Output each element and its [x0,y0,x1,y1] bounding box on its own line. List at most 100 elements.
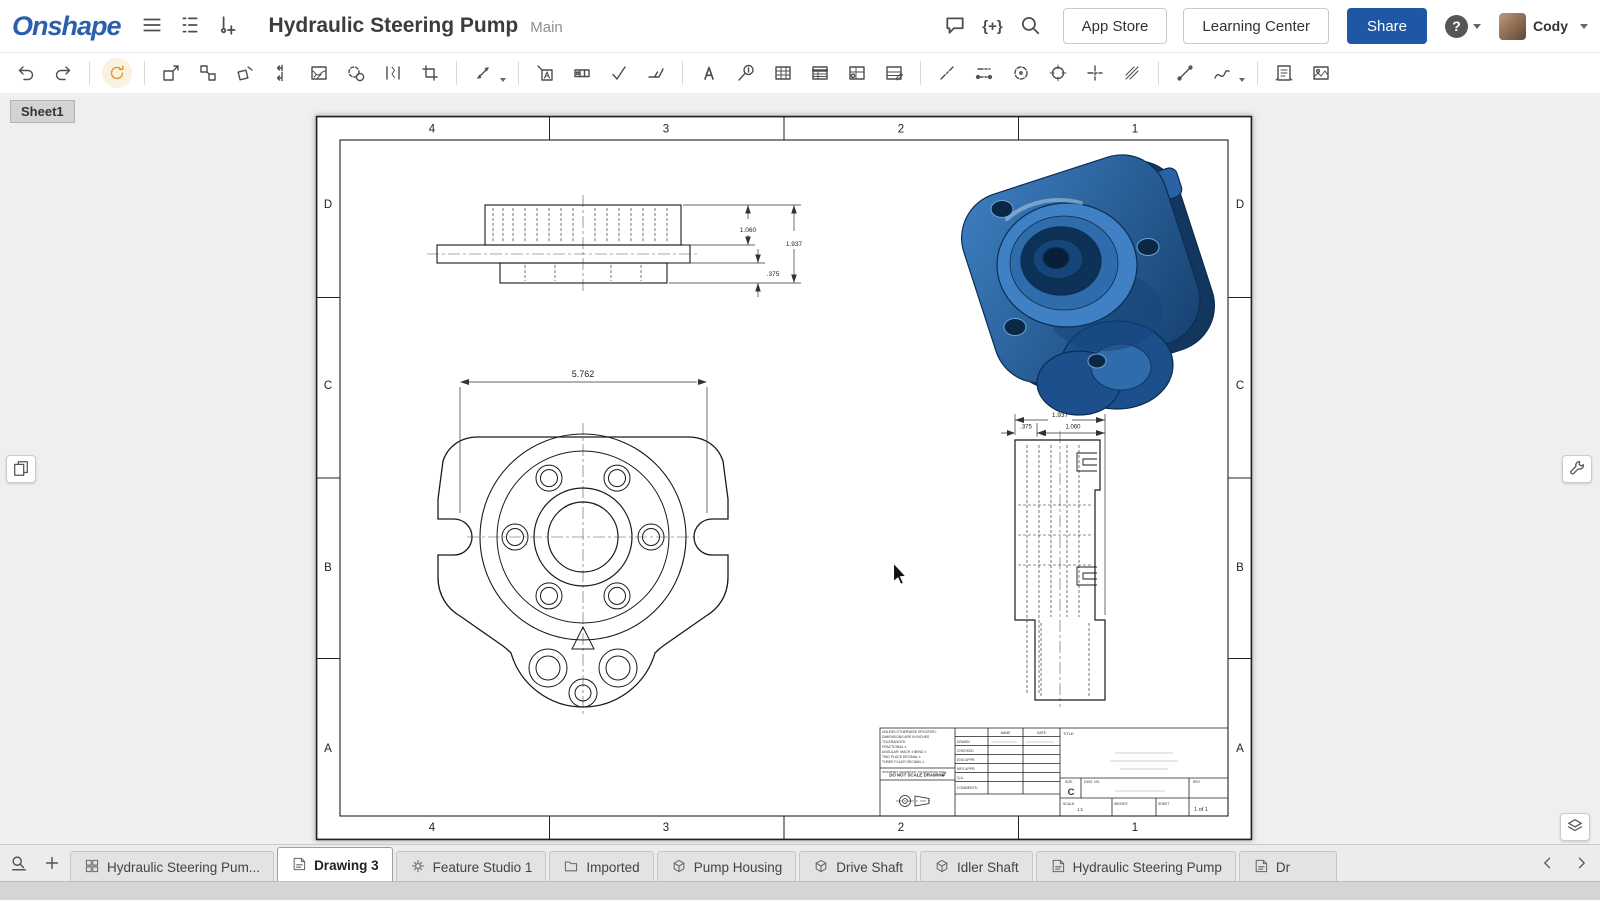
tab-hydraulic-steering-pump-assembly[interactable]: Hydraulic Steering Pum... [70,851,274,882]
circular-centerline-button[interactable] [1003,58,1039,88]
drawing-sheet[interactable]: 4 3 2 1 4 3 2 1 D C B A D C B A [315,115,1253,841]
tab-hydraulic-steering-pump-drawing[interactable]: Hydraulic Steering Pump [1036,851,1236,882]
detail-view-button[interactable] [338,58,374,88]
dim-text[interactable]: 1.060 [740,227,757,234]
app-store-button[interactable]: App Store [1063,8,1168,44]
balloon-icon [736,63,756,83]
export-dxf-button[interactable] [1266,58,1302,88]
user-name: Cody [1533,18,1568,34]
insert-view-button[interactable] [153,58,189,88]
text-button[interactable] [691,58,727,88]
main-menu-button[interactable] [135,10,169,43]
spline-button[interactable] [1204,58,1240,88]
drawing-canvas[interactable]: 4 3 2 1 4 3 2 1 D C B A D C B A [0,93,1600,845]
title-block[interactable]: UNLESS OTHERWISE SPECIFIED: DIMENSIONS A… [880,728,1228,816]
centerline-button[interactable] [929,58,965,88]
detail-view-icon [346,63,366,83]
spline-dropdown[interactable] [1239,78,1245,82]
center-mark-circle-button[interactable] [1040,58,1076,88]
isometric-view[interactable] [950,138,1230,415]
drawing-properties-button[interactable] [1562,455,1592,483]
svg-text:TOLERANCES:: TOLERANCES: [882,740,906,744]
learning-center-button[interactable]: Learning Center [1183,8,1329,44]
broken-view-button[interactable] [375,58,411,88]
dim-text[interactable]: .375 [1020,425,1032,431]
redo-button[interactable] [45,58,81,88]
table-button[interactable] [765,58,801,88]
create-version-button[interactable] [211,10,245,43]
top-view-dimensions[interactable]: 1.060 1.937 .375 [669,205,803,297]
side-view[interactable] [1015,431,1105,707]
part-studio-icon [813,858,829,877]
weld-symbol-button[interactable] [638,58,674,88]
svg-text:NAME: NAME [1001,731,1012,735]
line-button[interactable] [1167,58,1203,88]
tab-imported[interactable]: Imported [549,851,653,882]
hatch-button[interactable] [1114,58,1150,88]
svg-text:DRAWN: DRAWN [957,740,970,744]
scroll-tabs-left-button[interactable] [1533,849,1563,879]
projected-view-button[interactable] [190,58,226,88]
center-mark-button[interactable] [1077,58,1113,88]
front-view-dimension[interactable]: 5.762 [460,369,707,513]
featurescript-button[interactable]: {+} [976,14,1008,39]
sheets-panel-button[interactable] [6,455,36,483]
dim-text[interactable]: .375 [767,271,780,278]
document-title[interactable]: Hydraulic Steering Pump [269,14,519,38]
checkmark-icon [609,63,629,83]
svg-text:CHECKED: CHECKED [957,749,974,753]
top-view[interactable] [427,195,700,293]
manage-tabs-button[interactable] [4,849,34,879]
surface-finish-button[interactable] [601,58,637,88]
dim-text[interactable]: 5.762 [572,369,595,379]
svg-text:FRACTIONAL ±: FRACTIONAL ± [882,745,906,749]
third-angle-projection-symbol [896,796,932,807]
revision-table-button[interactable] [876,58,912,88]
broken-section-view-button[interactable] [301,58,337,88]
front-view[interactable] [438,423,728,715]
onshape-logo[interactable]: Onshape [12,11,121,42]
share-button[interactable]: Share [1347,8,1427,44]
user-menu[interactable]: Cody [1499,13,1588,40]
folder-icon [563,858,579,877]
dim-text[interactable]: 1.937 [786,241,803,248]
dimension-button[interactable] [465,58,501,88]
insert-image-button[interactable] [1303,58,1339,88]
sheet-tab[interactable]: Sheet1 [10,100,75,123]
part-studio-icon [671,858,687,877]
comments-button[interactable] [938,10,972,43]
divider [144,61,145,85]
bom-table-button[interactable] [802,58,838,88]
scroll-tabs-right-button[interactable] [1566,849,1596,879]
help-menu[interactable]: ? [1445,15,1481,38]
tab-drive-shaft[interactable]: Drive Shaft [799,851,917,882]
section-view-button[interactable] [264,58,300,88]
search-button[interactable] [1013,10,1047,43]
tab-feature-studio-1[interactable]: Feature Studio 1 [396,851,547,882]
workspace-name[interactable]: Main [530,19,563,36]
sheet-overview-button[interactable] [1560,813,1590,841]
undo-button[interactable] [8,58,44,88]
auxiliary-view-button[interactable] [227,58,263,88]
update-views-button[interactable] [102,58,132,88]
break-view-icon [383,63,403,83]
tab-drawing-3[interactable]: Drawing 3 [277,847,393,882]
tab-pump-housing[interactable]: Pump Housing [657,851,797,882]
balloon-button[interactable] [728,58,764,88]
zone-label: C [324,380,332,392]
crop-view-button[interactable] [412,58,448,88]
drawing-toolbar [0,52,1600,94]
tab-label: Drawing 3 [314,858,379,873]
versions-history-button[interactable] [173,10,207,43]
zone-label: 2 [898,822,904,834]
tab-idler-shaft[interactable]: Idler Shaft [920,851,1033,882]
centerline-two-point-button[interactable] [966,58,1002,88]
note-button[interactable] [527,58,563,88]
tab-partial[interactable]: Dr [1239,851,1337,882]
dim-text[interactable]: 1.060 [1065,425,1081,431]
gdt-button[interactable] [564,58,600,88]
add-tab-button[interactable] [37,849,67,879]
image-icon [1311,63,1331,83]
dimension-dropdown[interactable] [500,78,506,82]
hole-table-button[interactable] [839,58,875,88]
